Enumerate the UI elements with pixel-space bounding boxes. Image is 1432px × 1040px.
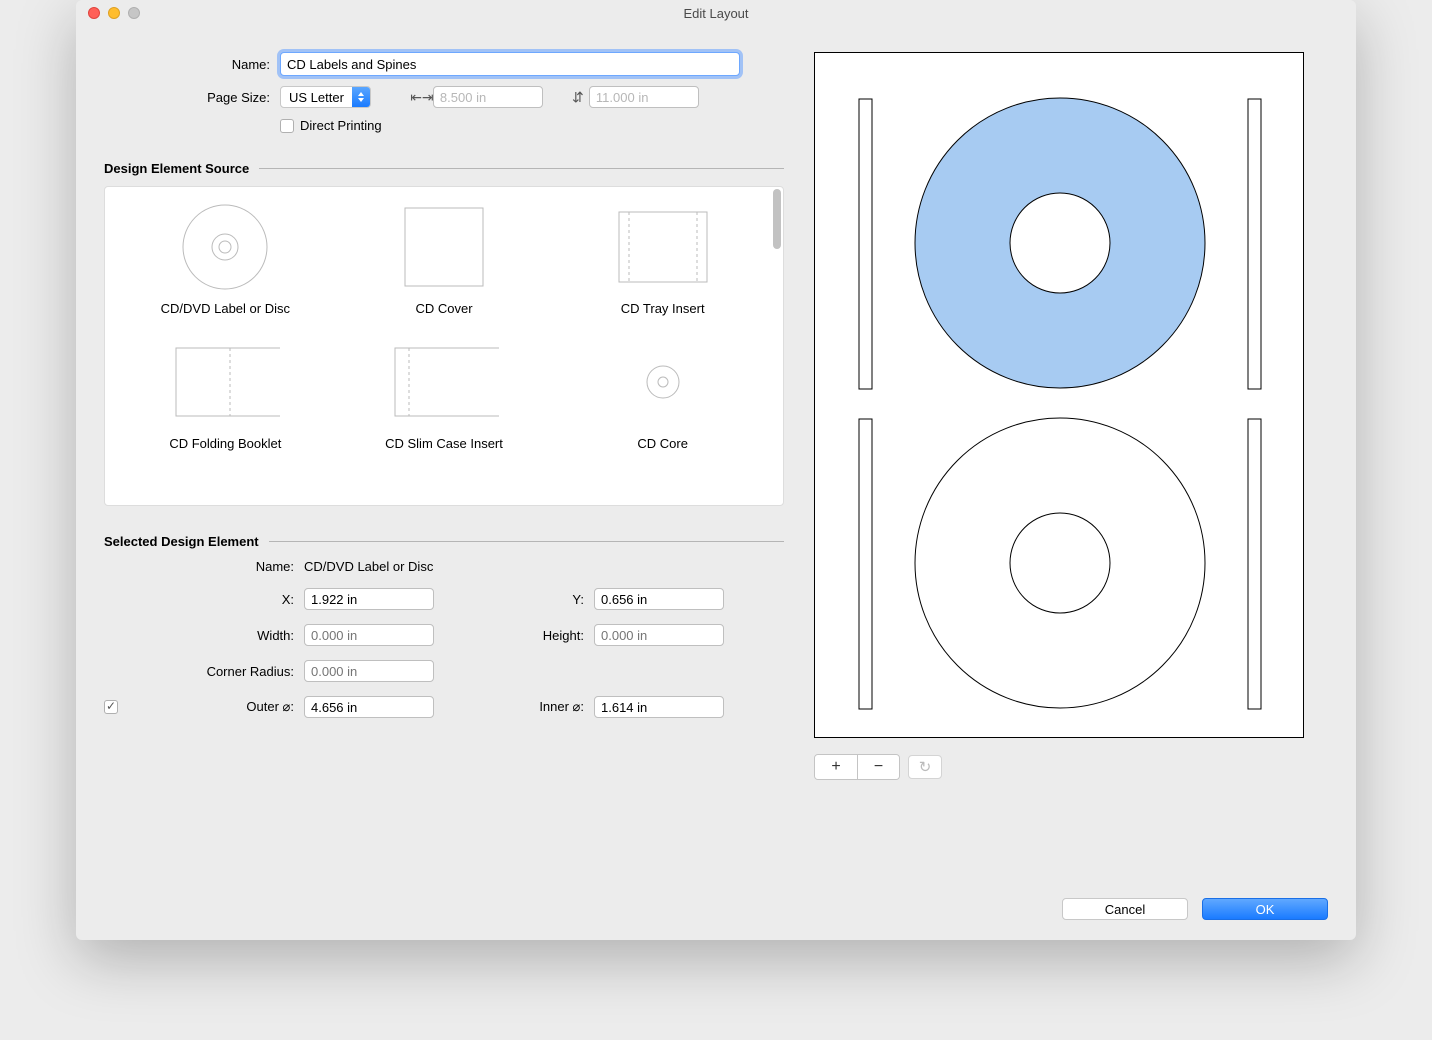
cancel-button[interactable]: Cancel bbox=[1062, 898, 1188, 920]
layout-preview[interactable] bbox=[814, 52, 1304, 738]
width-input bbox=[304, 624, 434, 646]
inner-diameter-label: Inner ⌀: bbox=[464, 699, 594, 715]
source-heading: Design Element Source bbox=[104, 161, 249, 176]
source-item-label: CD Folding Booklet bbox=[169, 436, 281, 451]
name-label: Name: bbox=[104, 57, 280, 72]
redo-button: ↻ bbox=[908, 755, 942, 779]
booklet-icon bbox=[170, 332, 280, 432]
page-size-label: Page Size: bbox=[104, 90, 280, 105]
source-item-booklet[interactable]: CD Folding Booklet bbox=[121, 332, 330, 451]
add-button[interactable]: + bbox=[815, 755, 857, 779]
source-item-label: CD Cover bbox=[415, 301, 472, 316]
core-icon bbox=[608, 332, 718, 432]
source-item-label: CD/DVD Label or Disc bbox=[161, 301, 290, 316]
width-icon: ⇤⇥ bbox=[411, 89, 433, 106]
close-window-icon[interactable] bbox=[88, 7, 100, 19]
source-item-disc[interactable]: CD/DVD Label or Disc bbox=[121, 197, 330, 316]
page-height-field bbox=[589, 86, 699, 108]
source-item-label: CD Core bbox=[637, 436, 688, 451]
selected-heading: Selected Design Element bbox=[104, 534, 259, 549]
divider bbox=[259, 168, 784, 169]
x-label: X: bbox=[104, 592, 304, 607]
tray-icon bbox=[608, 197, 718, 297]
selected-name-label: Name: bbox=[104, 559, 304, 574]
x-input[interactable] bbox=[304, 588, 434, 610]
remove-button[interactable]: − bbox=[857, 755, 899, 779]
source-item-slim[interactable]: CD Slim Case Insert bbox=[340, 332, 549, 451]
source-item-label: CD Tray Insert bbox=[621, 301, 705, 316]
design-element-source-list[interactable]: CD/DVD Label or Disc CD Cover CD Tray In… bbox=[104, 186, 784, 506]
selected-name-value: CD/DVD Label or Disc bbox=[304, 559, 433, 574]
window-title: Edit Layout bbox=[683, 6, 748, 21]
source-item-tray[interactable]: CD Tray Insert bbox=[558, 197, 767, 316]
height-icon: ⇵ bbox=[567, 89, 589, 106]
outer-diameter-label: Outer ⌀: bbox=[124, 699, 304, 715]
minimize-window-icon[interactable] bbox=[108, 7, 120, 19]
height-input bbox=[594, 624, 724, 646]
source-item-core[interactable]: CD Core bbox=[558, 332, 767, 451]
disc-icon bbox=[170, 197, 280, 297]
corner-input bbox=[304, 660, 434, 682]
y-label: Y: bbox=[464, 592, 594, 607]
page-size-value: US Letter bbox=[281, 90, 352, 105]
direct-printing-checkbox[interactable] bbox=[280, 119, 294, 133]
cover-icon bbox=[389, 197, 499, 297]
y-input[interactable] bbox=[594, 588, 724, 610]
source-item-label: CD Slim Case Insert bbox=[385, 436, 503, 451]
page-size-select[interactable]: US Letter bbox=[280, 86, 371, 108]
name-input[interactable] bbox=[280, 52, 740, 76]
inner-diameter-input[interactable] bbox=[594, 696, 724, 718]
slimcase-icon bbox=[389, 332, 499, 432]
width-label: Width: bbox=[104, 628, 304, 643]
outer-diameter-input[interactable] bbox=[304, 696, 434, 718]
ok-button[interactable]: OK bbox=[1202, 898, 1328, 920]
direct-printing-label: Direct Printing bbox=[300, 118, 382, 133]
corner-label: Corner Radius: bbox=[104, 664, 304, 679]
divider bbox=[269, 541, 784, 542]
height-label: Height: bbox=[464, 628, 594, 643]
page-width-field bbox=[433, 86, 543, 108]
chevron-updown-icon bbox=[352, 87, 370, 107]
source-item-cover[interactable]: CD Cover bbox=[340, 197, 549, 316]
diameter-checkbox[interactable] bbox=[104, 700, 118, 714]
zoom-window-icon bbox=[128, 7, 140, 19]
scrollbar-thumb[interactable] bbox=[773, 189, 781, 249]
